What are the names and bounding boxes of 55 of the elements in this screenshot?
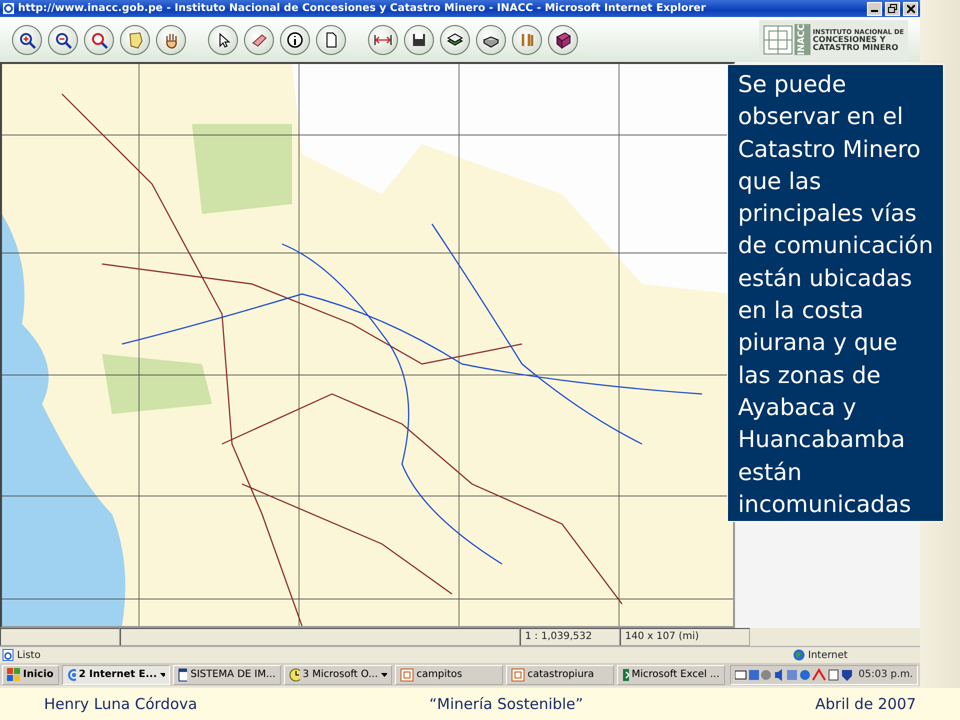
taskbar-button[interactable]: catastropiura — [506, 664, 614, 684]
save-button[interactable] — [404, 24, 434, 54]
clear-button[interactable] — [244, 24, 274, 54]
window-title: http://www.inacc.gob.pe - Instituto Nacional de Concesiones y Catastro Minero - INACC - Microsoft Internet Explorer — [18, 0, 707, 16]
tools-button[interactable] — [512, 24, 542, 54]
zoom-out-button[interactable] — [48, 24, 78, 54]
taskbar-button[interactable]: campitos — [394, 664, 502, 684]
clock-icon — [288, 668, 300, 682]
taskbar-button[interactable]: SISTEMA DE IM... — [172, 664, 280, 684]
magnifier-icon — [90, 30, 108, 48]
windows-flag-icon — [7, 668, 20, 681]
callout-text: Se puede observar en el Catastro Minero que las principales vías de comunicación están ubicadas en la costa piurana y que las zonas de Ayabaca y Huancabamba están incomunicadas — [727, 64, 944, 522]
squares-icon — [763, 24, 794, 54]
status-text: Listo — [17, 648, 41, 662]
measure-button[interactable] — [368, 24, 398, 54]
browser-icon — [66, 668, 76, 682]
print-button[interactable] — [476, 24, 506, 54]
pan-button[interactable] — [156, 24, 186, 54]
stack-icon — [446, 30, 464, 48]
map-button[interactable] — [120, 24, 150, 54]
clock-text: 05:03 p.m. — [858, 668, 913, 682]
size-readout: 140 x 107 (mi) — [620, 628, 750, 646]
help-button[interactable] — [548, 24, 578, 54]
globe-icon — [793, 649, 805, 661]
close-icon — [906, 4, 914, 12]
date-text: Abril de 2007 — [815, 694, 916, 715]
taskbar-button[interactable]: Microsoft Excel ... — [616, 664, 724, 684]
scale-readout: 1 : 1,039,532 — [520, 628, 620, 646]
start-button[interactable]: Inicio — [2, 664, 58, 684]
zoom-extent-button[interactable] — [84, 24, 114, 54]
magnifier-minus-icon — [54, 30, 72, 48]
taskbar-button[interactable]: 2 Internet E... — [62, 664, 170, 684]
layers-button[interactable] — [440, 24, 470, 54]
info-button[interactable] — [280, 24, 310, 54]
document-icon — [400, 668, 414, 682]
taskbar-button[interactable]: 3 Microsoft O... — [284, 664, 392, 684]
zoom-in-button[interactable] — [12, 24, 42, 54]
restore-icon — [888, 4, 897, 13]
info-icon — [286, 30, 304, 48]
page-icon — [2, 649, 14, 661]
minimize-button[interactable] — [867, 2, 882, 16]
window-icon — [178, 668, 188, 682]
browser-icon — [2, 2, 15, 15]
new-button[interactable] — [316, 24, 346, 54]
select-button[interactable] — [208, 24, 238, 54]
magnifier-plus-icon — [18, 30, 36, 48]
slogan-text: “Minería Sostenible” — [429, 694, 584, 715]
minimize-icon — [871, 10, 878, 12]
zone-text: Internet — [808, 648, 849, 662]
spreadsheet-icon — [622, 668, 629, 682]
map-drawing[interactable] — [0, 62, 735, 628]
close-button[interactable] — [903, 2, 918, 16]
author-text: Henry Luna Córdova — [44, 694, 198, 715]
restore-button[interactable] — [885, 2, 900, 16]
document-icon — [510, 668, 524, 682]
